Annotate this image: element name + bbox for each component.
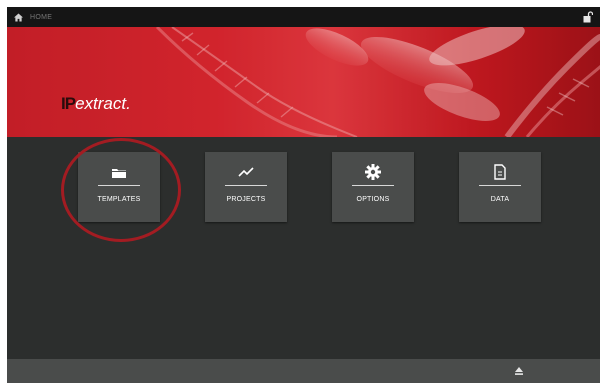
gear-icon xyxy=(365,164,381,180)
chart-line-icon xyxy=(238,167,254,177)
folder-icon xyxy=(112,169,126,178)
logo-ip: IP xyxy=(61,94,76,113)
app-window: HOME IPextract. TEMPLATES PROJECTS OPTIO… xyxy=(7,7,600,383)
main-menu: TEMPLATES PROJECTS OPTIONS DATA xyxy=(7,137,600,237)
templates-button[interactable]: TEMPLATES xyxy=(78,152,160,222)
home-label[interactable]: HOME xyxy=(30,14,52,21)
home-icon[interactable] xyxy=(14,12,23,22)
top-bar: HOME xyxy=(7,7,600,27)
options-label: OPTIONS xyxy=(356,196,390,203)
tile-divider xyxy=(98,185,140,186)
tile-divider xyxy=(479,185,521,186)
header-banner: IPextract. xyxy=(7,27,600,137)
data-label: DATA xyxy=(490,196,510,203)
document-icon xyxy=(494,164,506,180)
eject-icon[interactable] xyxy=(514,366,524,376)
tile-divider xyxy=(225,185,267,186)
dna-banner-graphic xyxy=(7,27,600,137)
app-logo: IPextract. xyxy=(61,94,131,114)
projects-label: PROJECTS xyxy=(226,196,266,203)
templates-label: TEMPLATES xyxy=(97,196,141,203)
bottom-bar xyxy=(7,359,600,383)
data-button[interactable]: DATA xyxy=(459,152,541,222)
options-button[interactable]: OPTIONS xyxy=(332,152,414,222)
projects-button[interactable]: PROJECTS xyxy=(205,152,287,222)
lock-icon[interactable] xyxy=(583,11,593,23)
logo-text: extract. xyxy=(75,94,131,113)
tile-divider xyxy=(352,185,394,186)
